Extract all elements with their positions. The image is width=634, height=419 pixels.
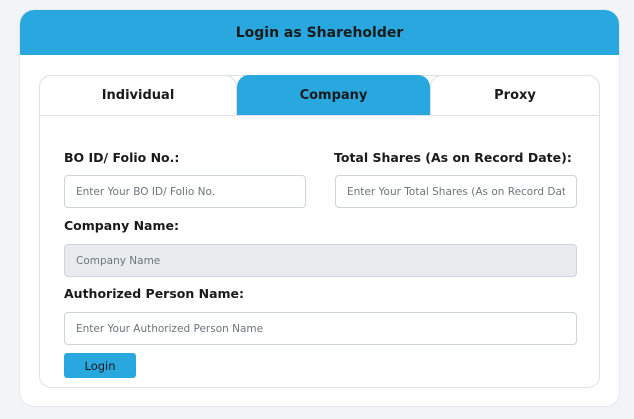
- tab-company[interactable]: Company: [237, 75, 430, 115]
- tab-proxy-label: Proxy: [494, 88, 536, 103]
- tab-bar: Individual Company Proxy: [39, 75, 600, 116]
- tab-proxy[interactable]: Proxy: [430, 75, 600, 115]
- tab-individual[interactable]: Individual: [39, 75, 237, 115]
- total-shares-input[interactable]: [335, 175, 577, 208]
- bo-id-input[interactable]: [64, 175, 306, 208]
- card-header: Login as Shareholder: [20, 10, 619, 55]
- tab-individual-label: Individual: [101, 88, 175, 103]
- authorized-person-label: Authorized Person Name:: [64, 286, 245, 301]
- tabs-panel: Individual Company Proxy BO ID/ Folio No…: [39, 75, 600, 388]
- company-name-label: Company Name:: [64, 218, 179, 233]
- authorized-person-input[interactable]: [64, 312, 577, 345]
- card-title: Login as Shareholder: [235, 24, 404, 41]
- tab-company-label: Company: [299, 88, 368, 103]
- login-card: Login as Shareholder Individual Company …: [20, 10, 619, 406]
- company-name-input: [64, 244, 577, 277]
- login-button[interactable]: Login: [64, 353, 136, 378]
- bo-id-label: BO ID/ Folio No.:: [64, 150, 180, 165]
- total-shares-label: Total Shares (As on Record Date):: [334, 150, 572, 165]
